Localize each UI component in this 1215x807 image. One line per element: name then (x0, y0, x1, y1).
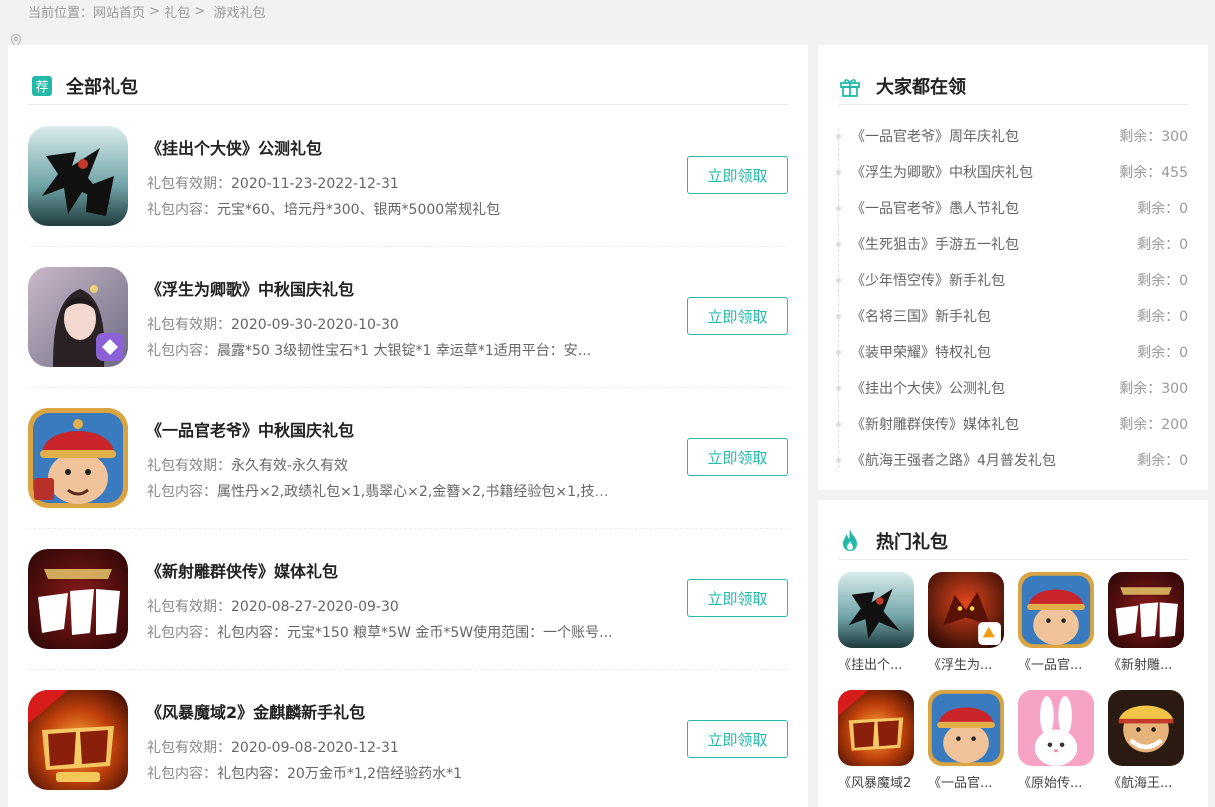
hot-gift-name: 《新射雕... (1108, 658, 1173, 673)
game-icon-sheidiao[interactable] (28, 549, 128, 649)
list-item[interactable]: 《装甲荣耀》特权礼包 剩余：0 (836, 334, 1188, 370)
hot-gift-item[interactable]: 《原始传... (1018, 690, 1094, 791)
breadcrumb-separator: > (190, 3, 214, 19)
list-item[interactable]: 《新射雕群侠传》媒体礼包 剩余：200 (836, 406, 1188, 442)
hot-gift-name: 《浮生为... (928, 658, 993, 673)
list-item[interactable]: 《生死狙击》手游五一礼包 剩余：0 (836, 226, 1188, 262)
breadcrumb: 当前位置： 网站首页 > 礼包 > 游戏礼包 (8, 0, 266, 48)
location-pin-icon (8, 3, 24, 48)
gift-item: 《新射雕群侠传》媒体礼包 礼包有效期：2020-08-27-2020-09-30… (28, 529, 788, 670)
gift-validity: 礼包有效期：2020-09-08-2020-12-31 (147, 740, 399, 756)
game-icon-yipinguan[interactable] (28, 408, 128, 508)
gift-name[interactable]: 《新射雕群侠传》媒体礼包 (146, 558, 338, 582)
hot-gift-name: 《原始传... (1018, 776, 1083, 791)
gift-item: 《风暴魔域2》金麒麟新手礼包 礼包有效期：2020-09-08-2020-12-… (28, 670, 788, 807)
hot-gift-item[interactable]: 《一品官... (928, 690, 1004, 791)
breadcrumb-gift-link[interactable]: 礼包 (164, 2, 190, 21)
list-item[interactable]: 《名将三国》新手礼包 剩余：0 (836, 298, 1188, 334)
hot-gift-name: 《一品官... (1018, 658, 1083, 673)
list-item[interactable]: 《航海王强者之路》4月普发礼包 剩余：0 (836, 442, 1188, 478)
game-icon-sheidiao[interactable] (1108, 572, 1184, 648)
list-item[interactable]: 《一品官老爷》愚人节礼包 剩余：0 (836, 190, 1188, 226)
game-icon-daxia[interactable] (28, 126, 128, 226)
popular-gifts-header: 大家都在领 (838, 67, 1188, 105)
claim-button[interactable]: 立即领取 (687, 720, 788, 758)
game-icon-moyu[interactable] (28, 690, 128, 790)
gift-name[interactable]: 《风暴魔域2》金麒麟新手礼包 (146, 699, 365, 723)
gift-content: 礼包内容：礼包内容：元宝*150 粮草*5W 金币*5W使用范围：一个账号... (147, 625, 613, 641)
gift-validity: 礼包有效期：2020-08-27-2020-09-30 (147, 599, 399, 615)
game-icon-fusheng[interactable] (28, 267, 128, 367)
gift-content: 礼包内容：元宝*60、培元丹*300、银两*5000常规礼包 (147, 202, 501, 218)
all-gifts-header: 荐 全部礼包 (28, 67, 788, 105)
gift-name[interactable]: 《一品官老爷》中秋国庆礼包 (146, 417, 354, 441)
hot-gift-name: 《风暴魔域2 (838, 776, 912, 791)
popular-gifts-list: 《一品官老爷》周年庆礼包 剩余：300 《浮生为卿歌》中秋国庆礼包 剩余：455 《… (836, 118, 1188, 478)
gift-item: 《挂出个大侠》公测礼包 礼包有效期：2020-11-23-2022-12-31 … (28, 106, 788, 247)
gift-item: 《一品官老爷》中秋国庆礼包 礼包有效期：永久有效-永久有效 礼包内容：属性丹×2… (28, 388, 788, 529)
hot-gift-item[interactable]: 《风暴魔域2 (838, 690, 914, 791)
game-icon-rabbit[interactable] (1018, 690, 1094, 766)
section-title: 全部礼包 (66, 76, 138, 98)
gift-item: 《浮生为卿歌》中秋国庆礼包 礼包有效期：2020-09-30-2020-10-3… (28, 247, 788, 388)
claim-button[interactable]: 立即领取 (687, 297, 788, 335)
hot-gift-name: 《一品官... (928, 776, 993, 791)
game-icon-moyu[interactable] (838, 690, 914, 766)
hot-gifts-grid: 《挂出个... 《浮生为... 《一品官... 《新射雕... 《风暴魔域2 《… (838, 572, 1188, 791)
game-icon-dragon[interactable] (928, 572, 1004, 648)
breadcrumb-prefix: 当前位置： (28, 5, 94, 21)
claim-button[interactable]: 立即领取 (687, 438, 788, 476)
breadcrumb-separator: > (145, 3, 165, 19)
game-icon-yipinguan[interactable] (1018, 572, 1094, 648)
hot-gift-name: 《挂出个... (838, 658, 903, 673)
gift-name[interactable]: 《挂出个大侠》公测礼包 (146, 135, 322, 159)
hot-gift-item[interactable]: 《新射雕... (1108, 572, 1184, 673)
game-icon-daxia[interactable] (838, 572, 914, 648)
hot-gift-item[interactable]: 《挂出个... (838, 572, 914, 673)
gift-validity: 礼包有效期：2020-11-23-2022-12-31 (147, 176, 399, 192)
hot-gift-item[interactable]: 《一品官... (1018, 572, 1094, 673)
list-item[interactable]: 《浮生为卿歌》中秋国庆礼包 剩余：455 (836, 154, 1188, 190)
recommend-badge-icon: 荐 (32, 75, 52, 96)
list-item[interactable]: 《一品官老爷》周年庆礼包 剩余：300 (836, 118, 1188, 154)
list-item[interactable]: 《少年悟空传》新手礼包 剩余：0 (836, 262, 1188, 298)
game-icon-yipinguan[interactable] (928, 690, 1004, 766)
section-title: 大家都在领 (876, 76, 966, 98)
hot-gift-name: 《航海王... (1108, 776, 1173, 791)
popular-gifts-panel: 大家都在领 《一品官老爷》周年庆礼包 剩余：300 《浮生为卿歌》中秋国庆礼包 剩余… (818, 45, 1208, 490)
gift-validity: 礼包有效期：2020-09-30-2020-10-30 (147, 317, 399, 333)
hot-gift-item[interactable]: 《浮生为... (928, 572, 1004, 673)
hot-gift-item[interactable]: 《航海王... (1108, 690, 1184, 791)
gift-content: 礼包内容：属性丹×2,政绩礼包×1,翡翠心×2,金簪×2,书籍经验包×1,技能.… (147, 484, 617, 500)
breadcrumb-current: 游戏礼包 (213, 5, 266, 21)
gift-content: 礼包内容：晨露*50 3级韧性宝石*1 大银锭*1 幸运草*1适用平台：安... (147, 343, 592, 359)
hot-gifts-panel: 热门礼包 《挂出个... 《浮生为... 《一品官... 《新射雕... 《风暴… (818, 500, 1208, 807)
claim-button[interactable]: 立即领取 (687, 579, 788, 617)
breadcrumb-home-link[interactable]: 网站首页 (93, 2, 145, 21)
claim-button[interactable]: 立即领取 (687, 156, 788, 194)
gift-box-icon (838, 74, 862, 98)
section-title: 热门礼包 (876, 531, 948, 553)
gift-name[interactable]: 《浮生为卿歌》中秋国庆礼包 (146, 276, 354, 300)
list-item[interactable]: 《挂出个大侠》公测礼包 剩余：300 (836, 370, 1188, 406)
fire-icon (838, 528, 862, 554)
game-icon-hanghaiwang[interactable] (1108, 690, 1184, 766)
all-gifts-panel: 荐 全部礼包 《挂出个大侠》公测礼包 礼包有效期：2020-11-23-2022… (8, 45, 808, 807)
gift-validity: 礼包有效期：永久有效-永久有效 (147, 458, 349, 474)
gift-content: 礼包内容：礼包内容：20万金币*1,2倍经验药水*1 (147, 766, 462, 782)
hot-gifts-header: 热门礼包 (838, 522, 1188, 560)
